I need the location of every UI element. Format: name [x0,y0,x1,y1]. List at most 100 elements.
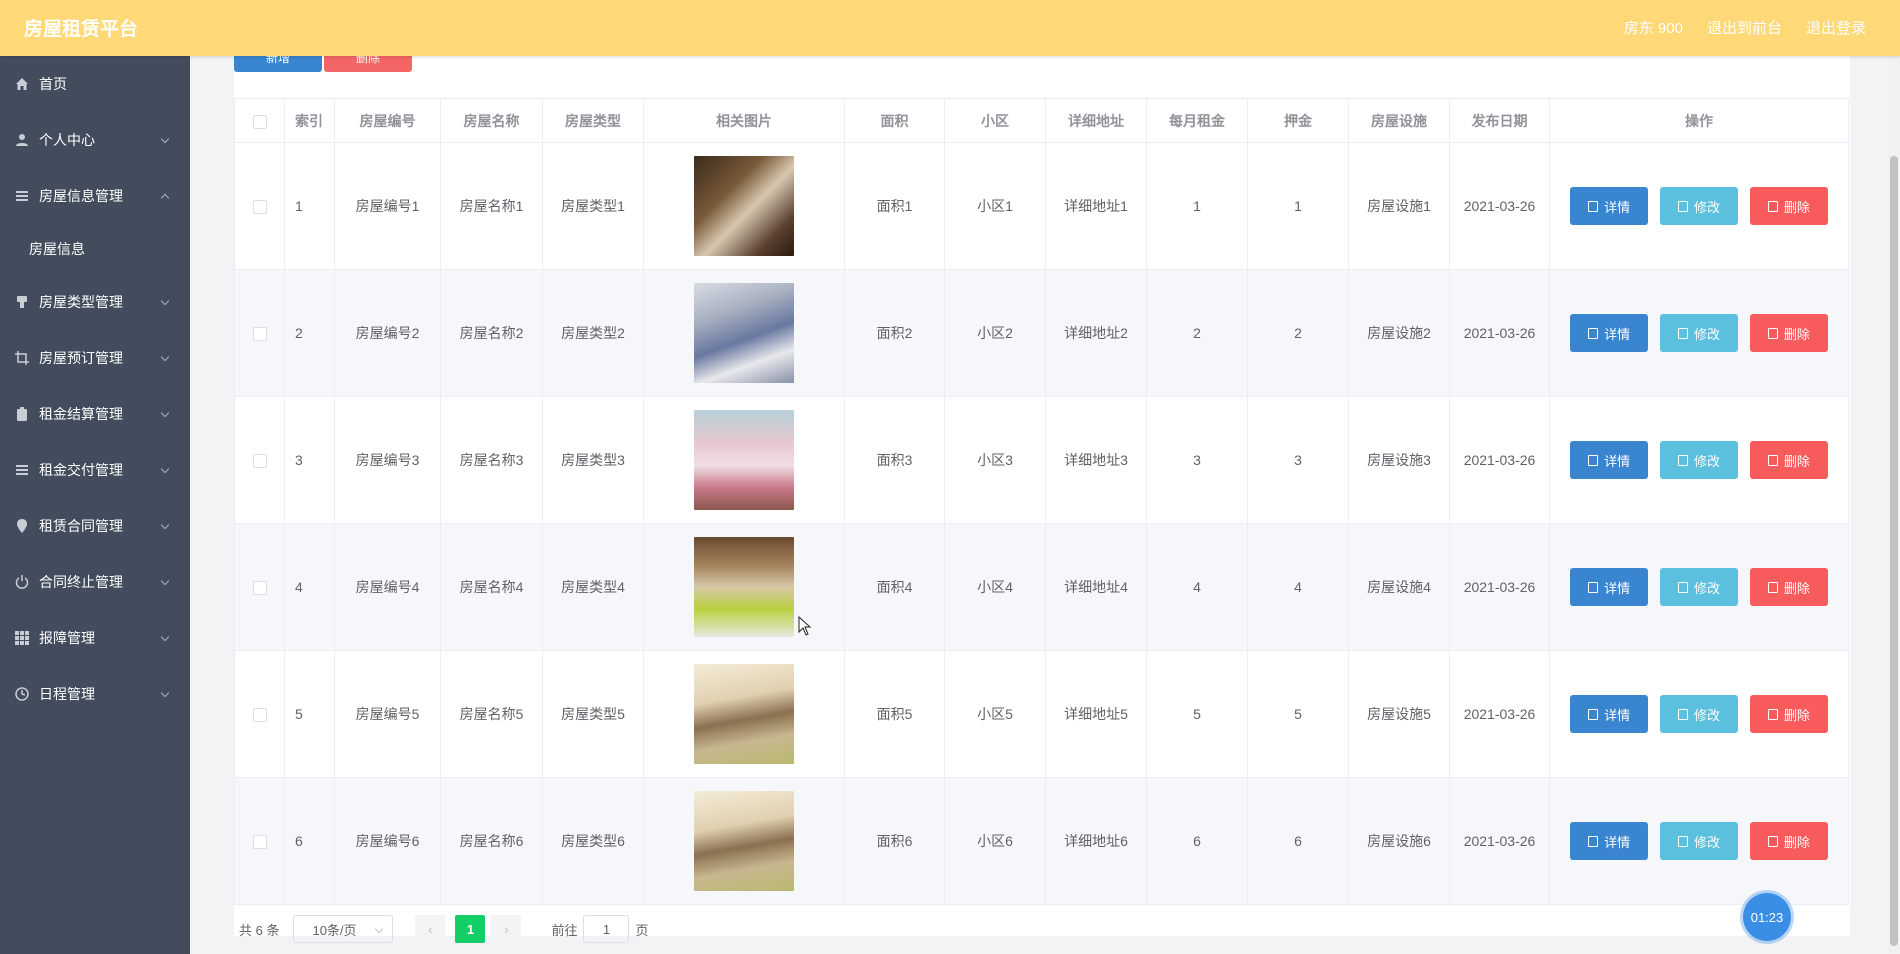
page-number-1[interactable]: 1 [455,915,486,943]
next-page-button[interactable]: › [491,915,522,943]
cell-rent: 1 [1146,142,1248,270]
pagination: 共 6 条 10条/页 ‹ 1 › 前往 1 页 [234,914,649,944]
edit-label: 修改 [1693,326,1720,342]
cell-date: 2021-03-26 [1449,523,1550,651]
delete-button[interactable]: 删除 [1749,822,1828,860]
edit-button[interactable]: 修改 [1660,695,1738,733]
sidebar-item-booking[interactable]: 房屋预订管理 [0,330,190,386]
detail-button[interactable]: 详情 [1570,314,1649,352]
edit-icon [1677,835,1688,847]
main-area: 新增 删除 索引 房屋编号 房屋名称 房屋类型 相关图片 面积 小区 详细地址 [190,42,1900,954]
edit-label: 修改 [1693,453,1720,469]
grid-icon [15,631,29,645]
header-index: 索引 [284,98,335,143]
row-checkbox[interactable] [252,327,267,342]
house-photo[interactable] [694,283,794,383]
row-select-cell[interactable] [234,650,285,778]
delete-label: 删除 [1783,453,1810,469]
prev-page-button[interactable]: ‹ [415,915,446,943]
delete-label: 删除 [1783,199,1810,215]
detail-label: 详情 [1604,707,1631,723]
document-icon [1588,708,1599,720]
cell-name: 房屋名称5 [440,650,543,778]
sidebar-item-label: 租赁合同管理 [39,518,123,534]
cell-image [643,777,845,905]
cell-actions: 详情 修改 删除 [1549,142,1849,270]
sidebar-item-contract[interactable]: 租赁合同管理 [0,498,190,554]
row-checkbox[interactable] [252,835,267,850]
cell-rent: 4 [1146,523,1248,651]
scrollbar-thumb[interactable] [1890,156,1898,946]
sidebar-item-home[interactable]: 首页 [0,56,190,112]
row-select-cell[interactable] [234,396,285,524]
goto-prefix: 前往 [551,922,578,938]
cell-rent: 3 [1146,396,1248,524]
row-select-cell[interactable] [234,523,285,651]
cell-name: 房屋名称2 [440,269,543,397]
row-checkbox[interactable] [252,581,267,596]
edit-button[interactable]: 修改 [1660,568,1738,606]
submenu-item-house-info[interactable]: 房屋信息 [0,224,190,274]
sidebar-item-label: 个人中心 [39,132,95,148]
delete-button[interactable]: 删除 [1749,187,1828,225]
page-scrollbar[interactable] [1888,56,1900,954]
content-panel: 新增 删除 索引 房屋编号 房屋名称 房屋类型 相关图片 面积 小区 详细地址 [234,42,1850,943]
cell-image [643,269,845,397]
detail-button[interactable]: 详情 [1570,568,1649,606]
user-icon [15,133,29,147]
sidebar-item-repair[interactable]: 报障管理 [0,610,190,666]
cell-area: 面积5 [844,650,945,778]
page-size-select[interactable]: 10条/页 [293,915,394,943]
to-front-link[interactable]: 退出到前台 [1707,17,1782,38]
goto-page-input[interactable]: 1 [583,915,630,943]
sidebar-item-contract-termination[interactable]: 合同终止管理 [0,554,190,610]
house-photo[interactable] [694,410,794,510]
house-photo[interactable] [694,664,794,764]
delete-button[interactable]: 删除 [1749,441,1828,479]
location-icon [15,519,29,533]
cell-deposit: 4 [1247,523,1349,651]
sidebar-item-rent-settlement[interactable]: 租金结算管理 [0,386,190,442]
logout-link[interactable]: 退出登录 [1806,17,1866,38]
table-row: 6 房屋编号6 房屋名称6 房屋类型6 面积6 小区6 详细地址6 6 6 房屋… [234,777,1849,905]
detail-button[interactable]: 详情 [1570,187,1649,225]
select-all-checkbox[interactable] [252,114,267,129]
row-select-cell[interactable] [234,142,285,270]
house-photo[interactable] [694,537,794,637]
row-checkbox[interactable] [252,454,267,469]
edit-button[interactable]: 修改 [1660,314,1738,352]
delete-button[interactable]: 删除 [1749,314,1828,352]
cell-date: 2021-03-26 [1449,650,1550,778]
row-select-cell[interactable] [234,269,285,397]
row-select-cell[interactable] [234,777,285,905]
sidebar-item-house-info[interactable]: 房屋信息管理 [0,168,190,224]
house-photo[interactable] [694,791,794,891]
edit-button[interactable]: 修改 [1660,441,1738,479]
edit-button[interactable]: 修改 [1660,187,1738,225]
sidebar-item-rent-payment[interactable]: 租金交付管理 [0,442,190,498]
detail-label: 详情 [1604,326,1631,342]
row-checkbox[interactable] [252,708,267,723]
cell-actions: 详情 修改 删除 [1549,650,1849,778]
delete-button[interactable]: 删除 [1749,695,1828,733]
detail-button[interactable]: 详情 [1570,441,1649,479]
delete-label: 删除 [1783,326,1810,342]
delete-button[interactable]: 删除 [1749,568,1828,606]
header-actions: 操作 [1549,98,1849,143]
house-photo[interactable] [694,156,794,256]
delete-label: 删除 [1783,707,1810,723]
sidebar-item-schedule[interactable]: 日程管理 [0,666,190,722]
cell-image [643,396,845,524]
sidebar-item-house-type[interactable]: 房屋类型管理 [0,274,190,330]
cell-address: 详细地址3 [1045,396,1147,524]
pagination-total: 共 6 条 [239,922,280,938]
row-checkbox[interactable] [252,200,267,215]
sidebar-item-personal[interactable]: 个人中心 [0,112,190,168]
detail-button[interactable]: 详情 [1570,822,1649,860]
select-all-cell[interactable] [234,98,285,143]
detail-button[interactable]: 详情 [1570,695,1649,733]
edit-button[interactable]: 修改 [1660,822,1738,860]
sidebar-item-label: 日程管理 [39,686,95,702]
cell-image [643,523,845,651]
cell-rent: 2 [1146,269,1248,397]
